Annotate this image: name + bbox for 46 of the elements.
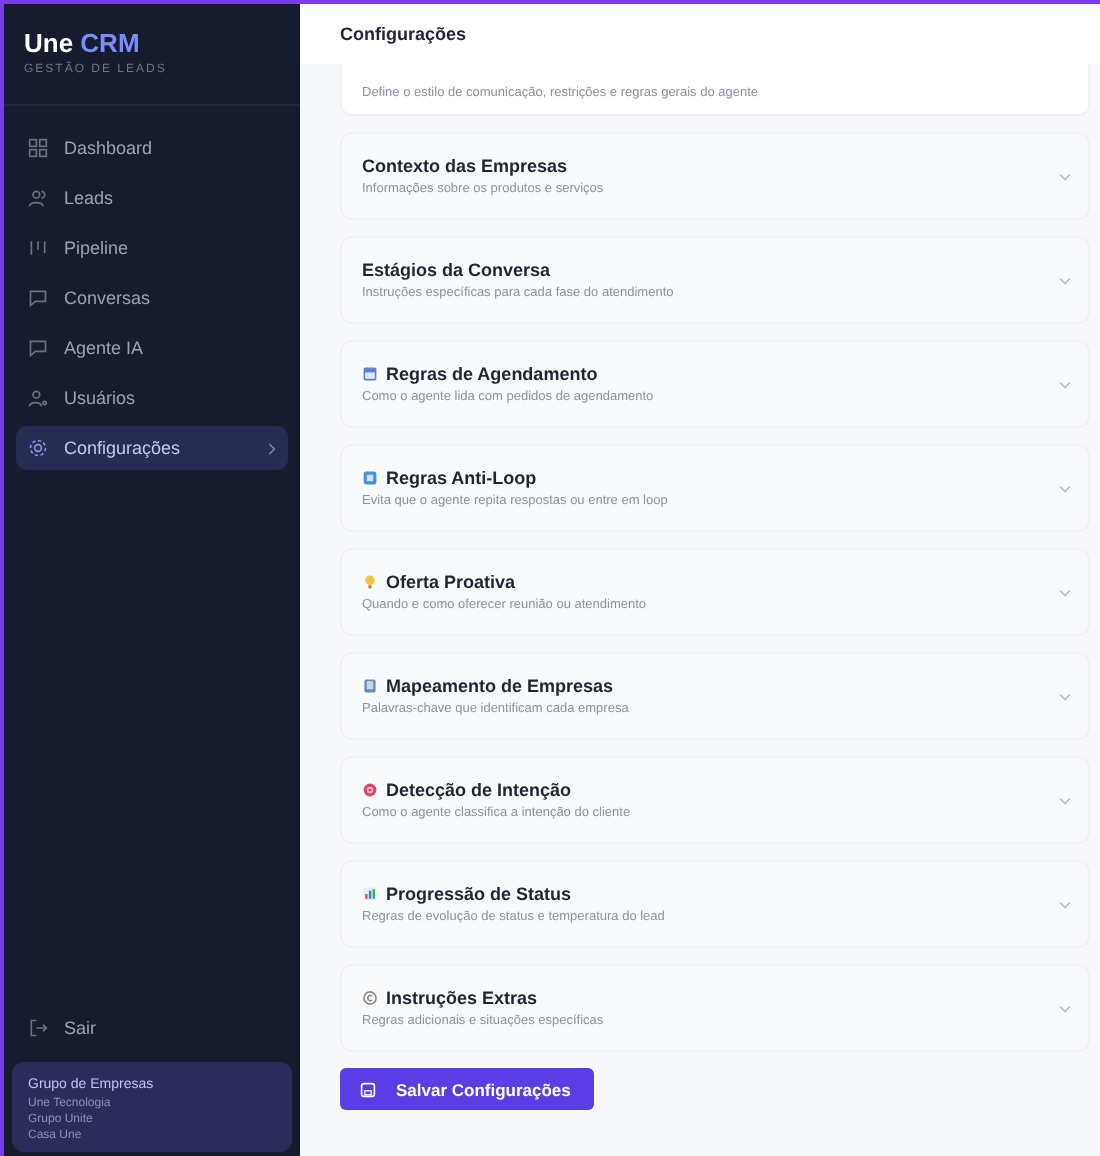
user-icon [28, 388, 48, 408]
section-title: Contexto das Empresas [362, 156, 568, 176]
circle-icon [362, 990, 378, 1006]
chevron-down-icon [1058, 171, 1072, 181]
section-title: Regras de Agendamento [386, 364, 598, 384]
chevron-down-icon [1058, 483, 1072, 493]
bulb-icon [362, 574, 378, 590]
target-icon [362, 782, 378, 798]
section-title: Regras Anti-Loop [386, 468, 537, 488]
section-title: Detecção de Intenção [386, 780, 572, 800]
chevron-down-icon [1058, 379, 1072, 389]
grid-icon [28, 138, 48, 158]
nav-item[interactable]: Agente IA [16, 326, 288, 370]
book-icon [362, 678, 378, 694]
pipeline-icon [28, 238, 48, 258]
nav-item[interactable]: Configurações [16, 426, 288, 470]
page-title: Configurações [340, 24, 467, 44]
logout-icon [28, 1018, 48, 1038]
nav-item[interactable]: Leads [16, 176, 288, 220]
chevron-down-icon [1058, 1003, 1072, 1013]
section-title: Oferta Proativa [386, 572, 516, 592]
section-title: Instruções Extras [386, 988, 538, 1008]
logout-link[interactable]: Sair [16, 1006, 288, 1050]
chevron-down-icon [1058, 691, 1072, 701]
section-title: Estágios da Conversa [362, 260, 551, 280]
section-title: Progressão de Status [386, 884, 572, 904]
chevron-down-icon [1058, 899, 1072, 909]
users-icon [28, 188, 48, 208]
chevron-right-icon [266, 441, 276, 455]
nav-item[interactable]: Usuários [16, 376, 288, 420]
save-button[interactable]: Salvar Configurações [340, 1068, 595, 1110]
nav-item[interactable]: Pipeline [16, 226, 288, 270]
section-title: Mapeamento de Empresas [386, 676, 614, 696]
chat-icon [28, 288, 48, 308]
bar-chart-icon [362, 886, 378, 902]
nav-item[interactable]: Conversas [16, 276, 288, 320]
chevron-down-icon [1058, 275, 1072, 285]
gear-icon [28, 438, 48, 458]
calendar-icon [362, 366, 378, 382]
save-icon [360, 1081, 376, 1097]
logo-text: Une CRM [24, 28, 142, 58]
square-icon [362, 470, 378, 486]
chevron-down-icon [1058, 795, 1072, 805]
chat-icon [28, 338, 48, 358]
nav-item[interactable]: Dashboard [16, 126, 288, 170]
chevron-down-icon [1058, 587, 1072, 597]
